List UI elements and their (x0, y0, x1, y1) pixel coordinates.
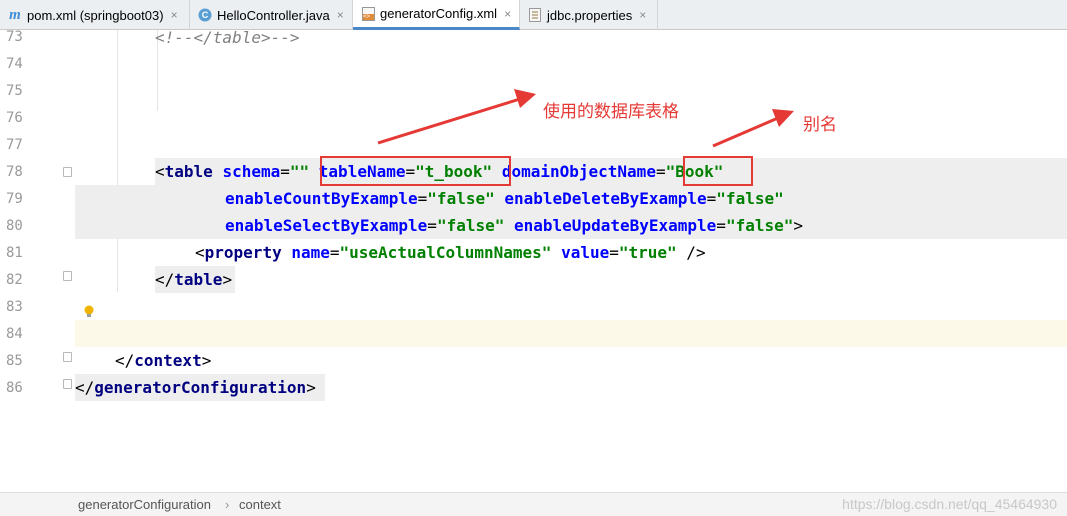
arrow-to-alias-label (712, 116, 779, 148)
annotation-arrows (377, 89, 794, 148)
arrow-to-table-label (377, 97, 521, 145)
alias-annotation-label: 别名 (803, 115, 837, 135)
breadcrumb-context[interactable]: context (239, 497, 281, 512)
breadcrumb-separator: › (225, 497, 230, 512)
breadcrumb-generator-configuration[interactable]: generatorConfiguration (78, 497, 211, 512)
table-annotation-label: 使用的数据库表格 (543, 102, 679, 122)
watermark: https://blog.csdn.net/qq_45464930 (842, 496, 1057, 512)
arrowhead-icon (514, 89, 536, 108)
breadcrumb-bar: generatorConfiguration › context https:/… (0, 492, 1067, 516)
